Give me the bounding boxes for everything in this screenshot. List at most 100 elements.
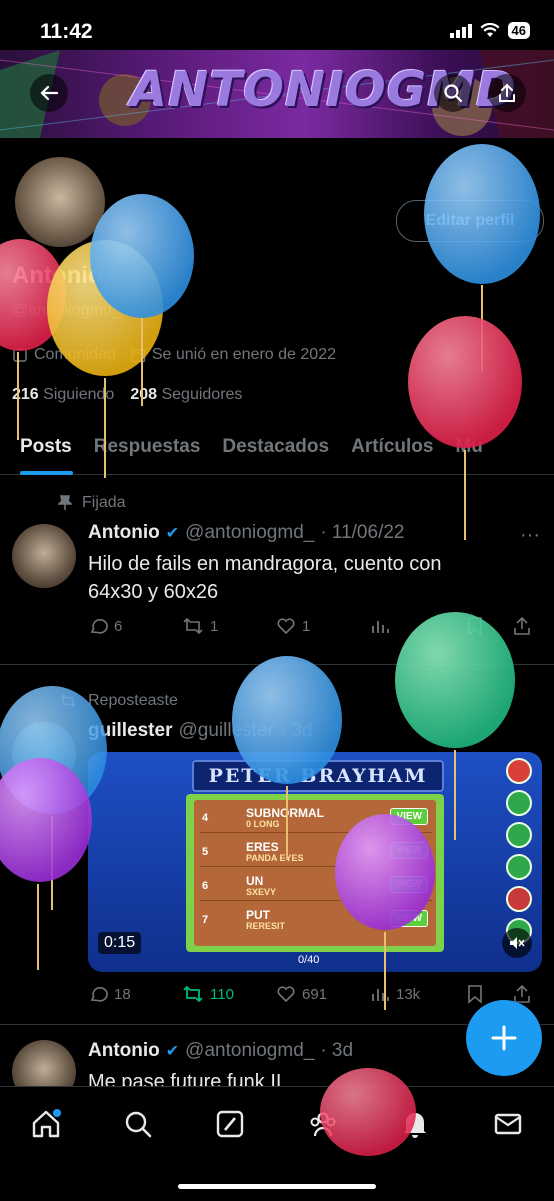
- community-icon: [13, 348, 27, 362]
- repost-button[interactable]: 1: [182, 616, 276, 636]
- nav-messages[interactable]: [493, 1109, 523, 1139]
- edit-icon: [506, 854, 532, 880]
- post-author[interactable]: guillester: [88, 720, 172, 742]
- reply-button[interactable]: 6: [88, 616, 182, 636]
- heart-icon: [277, 986, 295, 1003]
- pin-icon: [58, 495, 72, 510]
- mail-icon: [494, 1113, 522, 1135]
- level-view-button: VIEW: [390, 876, 428, 893]
- post-more-button[interactable]: ···: [520, 524, 540, 547]
- post-video[interactable]: PETER BRAYHAM 4 SUBNORMAL 0 LONG VIEW 5 …: [88, 752, 542, 972]
- level-name: UN: [246, 874, 264, 888]
- community-link[interactable]: Comunidad: [12, 346, 116, 364]
- status-icons: 46: [449, 22, 530, 39]
- refresh-icon: [506, 790, 532, 816]
- pinned-indicator: Fijada: [58, 494, 126, 512]
- followers-link[interactable]: 208 Seguidores: [130, 386, 242, 404]
- communities-icon: [310, 1112, 336, 1137]
- repost-count: 1: [210, 617, 219, 635]
- calendar-icon: [130, 349, 146, 363]
- profile-handle: @antoniogmd_: [12, 302, 121, 319]
- analytics-icon: [372, 621, 389, 633]
- bookmark-icon[interactable]: [466, 616, 484, 636]
- tab-articles[interactable]: Artículos: [340, 424, 444, 474]
- community-label: Comunidad: [34, 346, 116, 363]
- level-sub: SXEVY: [246, 887, 277, 897]
- video-title: PETER BRAYHAM: [192, 760, 444, 792]
- profile-banner: ANTONIOGMD: [0, 50, 554, 138]
- search-icon: [444, 84, 463, 103]
- reply-icon: [90, 619, 108, 634]
- following-link[interactable]: 216 Siguiendo: [12, 386, 114, 404]
- level-row: 7 PUT RERESIT VIEW: [200, 906, 432, 934]
- repost-icon: [183, 617, 203, 635]
- home-indicator: [178, 1184, 376, 1189]
- post-handle: @antoniogmd_: [185, 522, 315, 543]
- following-label: Siguiendo: [43, 386, 115, 403]
- tab-media[interactable]: Mu: [444, 424, 493, 474]
- nav-notifications[interactable]: [400, 1109, 430, 1139]
- post-header: guillester @guillester · 3d: [88, 720, 313, 742]
- views-button[interactable]: 13k: [370, 984, 466, 1004]
- like-button[interactable]: 691: [276, 984, 370, 1004]
- reply-icon: [90, 987, 108, 1002]
- repost-label: Reposteaste: [88, 692, 178, 709]
- nav-communities[interactable]: [308, 1109, 338, 1139]
- home-icon: [32, 1109, 61, 1138]
- post-divider: [0, 664, 554, 665]
- level-sub: RERESIT: [246, 921, 286, 931]
- share-post-icon[interactable]: [512, 616, 532, 636]
- edit-profile-button[interactable]: Editar perfil: [396, 200, 544, 242]
- views-button[interactable]: [370, 616, 466, 636]
- level-row: 4 SUBNORMAL 0 LONG VIEW: [200, 804, 432, 833]
- post-author[interactable]: Antonio: [88, 522, 160, 544]
- game-side-icons: [506, 758, 532, 944]
- level-sub: 0 LONG: [246, 819, 280, 829]
- reply-button[interactable]: 18: [88, 984, 182, 1004]
- skull-icon: [506, 886, 532, 912]
- like-count: 691: [302, 985, 328, 1003]
- tab-highlights[interactable]: Destacados: [211, 424, 340, 474]
- search-icon: [125, 1111, 152, 1138]
- nav-explore[interactable]: [123, 1109, 153, 1139]
- back-button[interactable]: [30, 74, 68, 112]
- balloon: [424, 144, 540, 372]
- signal-icon: [449, 23, 472, 38]
- comment-icon: [506, 822, 532, 848]
- reply-count: 6: [114, 617, 123, 635]
- level-view-button: VIEW: [390, 910, 428, 927]
- plus-icon: [491, 1025, 517, 1051]
- level-list: 4 SUBNORMAL 0 LONG VIEW 5 ERES PANDA EYE…: [194, 800, 436, 946]
- tab-replies[interactable]: Respuestas: [83, 424, 212, 474]
- profile-tabs: Posts Respuestas Destacados Artículos Mu: [0, 424, 554, 475]
- pinned-label: Fijada: [82, 494, 126, 511]
- level-list-panel: 4 SUBNORMAL 0 LONG VIEW 5 ERES PANDA EYE…: [186, 794, 444, 952]
- nav-grok[interactable]: [215, 1109, 245, 1139]
- bookmark-icon[interactable]: [466, 984, 484, 1004]
- post-text: Hilo de fails en mandragora, cuento con …: [88, 550, 442, 606]
- joined-label: Se unió en enero de 2022: [151, 346, 336, 363]
- post-text-line: 64x30 y 60x26: [88, 581, 219, 603]
- mute-button[interactable]: [502, 928, 532, 958]
- status-time: 11:42: [40, 20, 93, 43]
- search-button[interactable]: [434, 74, 472, 112]
- repost-count: 110: [210, 985, 234, 1003]
- like-button[interactable]: 1: [276, 616, 370, 636]
- post-date: · 3d: [279, 720, 313, 741]
- share-button[interactable]: [488, 74, 526, 112]
- compose-button[interactable]: [466, 1000, 542, 1076]
- post-date: · 11/06/22: [320, 522, 405, 543]
- post-avatar[interactable]: [12, 722, 76, 786]
- followers-count: 208: [130, 386, 158, 403]
- repost-icon: [60, 694, 76, 708]
- repost-button[interactable]: 110: [182, 984, 276, 1004]
- profile-avatar[interactable]: [12, 154, 108, 250]
- post-date: · 3d: [320, 1040, 354, 1061]
- nav-home[interactable]: [31, 1109, 61, 1139]
- analytics-icon: [372, 989, 389, 1001]
- post-avatar[interactable]: [12, 524, 76, 588]
- verified-icon: ✔: [165, 1043, 180, 1060]
- post-author[interactable]: Antonio: [88, 1040, 160, 1062]
- followers-label: Seguidores: [161, 386, 243, 403]
- tab-posts[interactable]: Posts: [0, 424, 83, 475]
